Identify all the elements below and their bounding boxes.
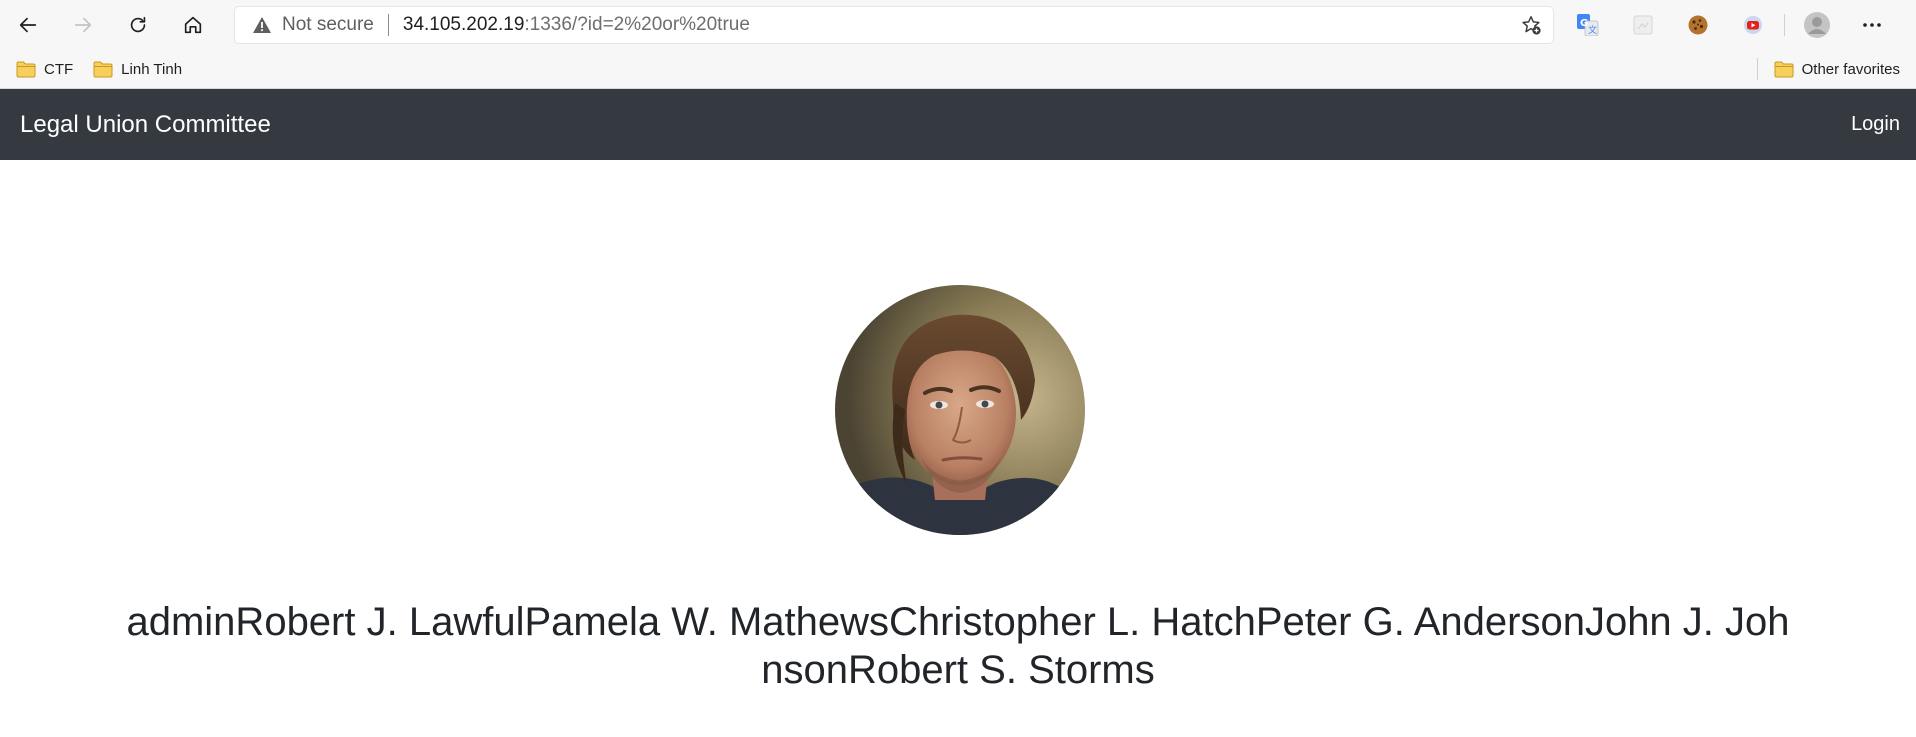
google-translate-icon[interactable]: G 文 [1560,0,1615,50]
brand-link[interactable]: Legal Union Committee [20,111,271,139]
folder-icon [16,61,36,77]
profile-content: adminRobert J. LawfulPamela W. MathewsCh… [0,160,1916,737]
arrow-left-icon [19,17,36,33]
arrow-right-icon [74,17,91,33]
profile-names: adminRobert J. LawfulPamela W. MathewsCh… [126,600,1790,692]
profile-icon[interactable] [1789,0,1844,50]
folder-icon [1774,61,1794,77]
address-divider [387,14,389,36]
blank-extension-icon[interactable] [1615,0,1670,50]
address-bar[interactable]: Not secure 34.105.202.19 :1336/?id=2%20o… [235,7,1553,43]
toolbar-divider [1784,14,1785,36]
forward-button[interactable] [55,0,110,50]
url-host: 34.105.202.19 [402,14,525,35]
svg-text:G: G [1580,18,1588,29]
bookmarks-divider [1756,58,1758,80]
reload-button[interactable] [110,0,165,50]
reload-icon [130,16,145,33]
svg-text:文: 文 [1588,24,1597,36]
other-favorites-folder[interactable]: Other favorites [1766,54,1908,84]
other-favorites-area: Other favorites [1756,54,1908,84]
folder-icon [93,61,113,77]
bookmark-label: CTF [44,60,74,78]
bookmarks-bar: CTF Linh Tinh Other favorites [0,50,1916,89]
bookmark-folder-linh-tinh[interactable]: Linh Tinh [85,54,190,84]
login-link[interactable]: Login [1851,113,1900,136]
extensions-area: G 文 [1560,0,1899,50]
avatar [835,285,1085,535]
cookie-icon[interactable] [1670,0,1725,50]
warning-icon [251,14,273,36]
bookmark-folder-ctf[interactable]: CTF [8,54,81,84]
url-path: :1336/?id=2%20or%20true [524,14,750,35]
browser-toolbar: Not secure 34.105.202.19 :1336/?id=2%20o… [0,0,1916,50]
home-icon [184,16,201,34]
home-button[interactable] [165,0,220,50]
other-favorites-label: Other favorites [1801,60,1900,78]
bookmark-label: Linh Tinh [121,60,183,78]
back-button[interactable] [0,0,55,50]
youtube-icon[interactable] [1725,0,1780,50]
more-icon[interactable] [1844,0,1899,50]
star-add-icon[interactable] [1519,13,1543,37]
site-navbar: Legal Union Committee Login [0,89,1916,160]
security-label: Not secure [282,14,374,35]
